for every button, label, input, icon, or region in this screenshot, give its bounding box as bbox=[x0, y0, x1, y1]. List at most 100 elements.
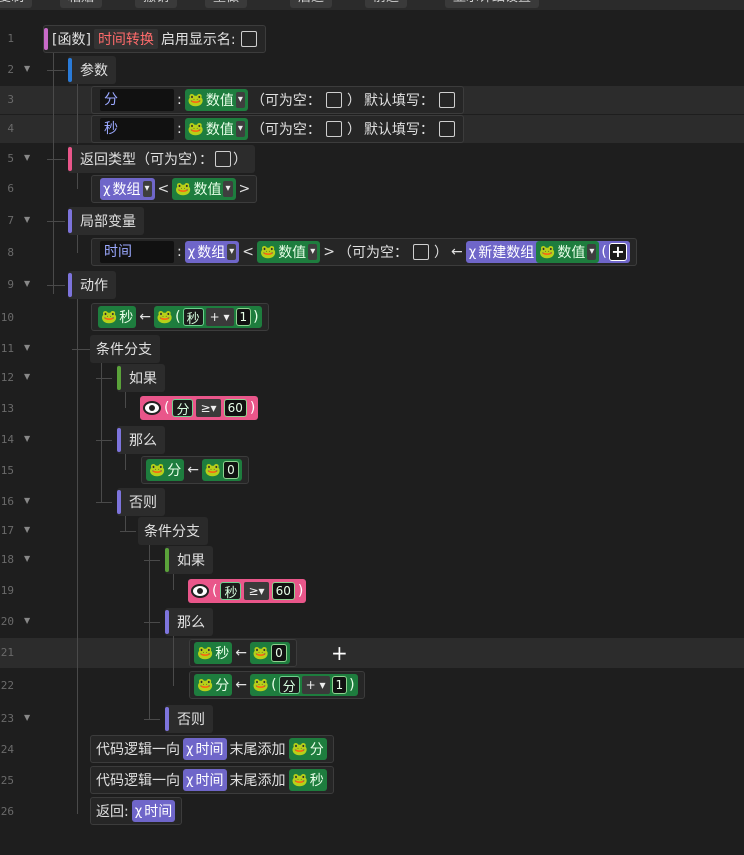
local-var-row: 时间: χ 数组 ▾ < 🐸 数值 ▾ > （可为空：） ← χ 新建数组 🐸 数值 ▾ (+ bbox=[91, 238, 637, 266]
variable-ref[interactable]: 🐸 分 bbox=[194, 674, 233, 696]
array-type[interactable]: χ 数组 ▾ bbox=[184, 241, 240, 263]
condition[interactable]: (分 ≥▾ 60) bbox=[138, 394, 264, 422]
chevron-down-icon[interactable]: ▾ bbox=[308, 244, 318, 260]
number-expr[interactable]: 🐸 0 bbox=[249, 642, 290, 664]
default-checkbox[interactable] bbox=[438, 121, 455, 137]
nullable-checkbox[interactable] bbox=[325, 92, 342, 108]
if-block[interactable]: 如果 bbox=[165, 546, 213, 574]
param-type[interactable]: 🐸 数值 ▾ bbox=[184, 89, 248, 111]
append-stmt[interactable]: 代码逻辑一向 χ 时间 末尾添加 🐸 秒 bbox=[90, 766, 334, 794]
fold-toggle-icon[interactable]: ▼ bbox=[24, 153, 30, 162]
element-type[interactable]: 🐸 数值 ▾ bbox=[257, 241, 321, 263]
if-block[interactable]: 如果 bbox=[117, 364, 165, 392]
array-ref[interactable]: χ 时间 bbox=[131, 800, 176, 822]
math-expr[interactable]: 🐸(分 + ▾ 1) bbox=[249, 674, 358, 696]
fold-toggle-icon[interactable]: ▼ bbox=[24, 496, 30, 505]
variable-ref[interactable]: 🐸 分 bbox=[146, 459, 185, 481]
back-button[interactable]: 后退 bbox=[290, 0, 333, 8]
local-name-field[interactable]: 时间 bbox=[100, 241, 174, 263]
plus-icon[interactable]: + bbox=[608, 243, 627, 261]
array-ref[interactable]: χ 时间 bbox=[183, 738, 227, 760]
fold-toggle-icon[interactable]: ▼ bbox=[24, 616, 30, 625]
operator-select[interactable]: ≥▾ bbox=[196, 399, 221, 417]
locals-section[interactable]: 局部变量 bbox=[68, 207, 144, 235]
new-array-expr[interactable]: χ 新建数组 🐸 数值 ▾ (+ bbox=[465, 241, 630, 263]
else-block[interactable]: 否则 bbox=[165, 705, 213, 733]
redo-button[interactable]: 重做 bbox=[205, 0, 248, 8]
array-type[interactable]: χ 数组 ▾ bbox=[100, 178, 155, 200]
fold-toggle-icon[interactable]: ▼ bbox=[24, 343, 30, 352]
number-literal[interactable]: 0 bbox=[271, 644, 287, 662]
copy-button[interactable]: 复制 bbox=[0, 0, 33, 8]
then-block[interactable]: 那么 bbox=[165, 608, 213, 636]
array-ref[interactable]: χ 时间 bbox=[183, 769, 227, 791]
chevron-down-icon[interactable]: ▾ bbox=[142, 181, 152, 197]
actions-section[interactable]: 动作 bbox=[68, 271, 116, 299]
condition[interactable]: (秒 ≥▾ 60) bbox=[186, 577, 312, 605]
element-type[interactable]: 🐸 数值 ▾ bbox=[172, 178, 236, 200]
fold-toggle-icon[interactable]: ▼ bbox=[24, 372, 30, 381]
default-checkbox[interactable] bbox=[438, 92, 455, 108]
param-type[interactable]: 🐸 数值 ▾ bbox=[184, 118, 248, 140]
assign-stmt[interactable]: 🐸 分 ← 🐸(分 + ▾ 1) bbox=[189, 671, 365, 699]
fold-toggle-icon[interactable]: ▼ bbox=[24, 64, 30, 73]
branch-block[interactable]: 条件分支 bbox=[90, 335, 160, 363]
param-name-field[interactable]: 分 bbox=[100, 89, 174, 111]
undo-button[interactable]: 撤销 bbox=[135, 0, 178, 8]
show-details-toggle[interactable]: 显示详细设置 bbox=[445, 0, 540, 8]
plus-icon[interactable]: + bbox=[331, 641, 348, 665]
fold-toggle-icon[interactable]: ▼ bbox=[24, 713, 30, 722]
forward-button[interactable]: 前进 bbox=[365, 0, 408, 8]
math-expr[interactable]: 🐸(秒 + ▾ 1) bbox=[153, 306, 262, 328]
nullable-checkbox[interactable] bbox=[412, 244, 429, 260]
function-name-field[interactable]: 时间转换 bbox=[93, 29, 158, 49]
number-expr[interactable]: 🐸 0 bbox=[201, 459, 242, 481]
operand[interactable]: 秒 bbox=[182, 308, 204, 327]
show-name-checkbox[interactable] bbox=[240, 31, 257, 47]
assign-stmt[interactable]: 🐸 秒 ← 🐸 0 bbox=[189, 639, 297, 667]
variable-ref[interactable]: 🐸 秒 bbox=[288, 769, 327, 791]
fold-toggle-icon[interactable]: ▼ bbox=[24, 279, 30, 288]
element-type[interactable]: 🐸 数值 ▾ bbox=[536, 241, 600, 263]
variable-ref[interactable]: 🐸 分 bbox=[288, 738, 327, 760]
compare-expr[interactable]: (秒 ≥▾ 60) bbox=[188, 579, 307, 603]
param-name-field[interactable]: 秒 bbox=[100, 118, 174, 140]
then-block[interactable]: 那么 bbox=[117, 426, 165, 454]
fold-toggle-icon[interactable]: ▼ bbox=[24, 434, 30, 443]
operand[interactable]: 分 bbox=[278, 676, 300, 695]
number-literal[interactable]: 0 bbox=[223, 461, 239, 479]
number-literal[interactable]: 60 bbox=[223, 399, 247, 417]
function-header[interactable]: [函数] 时间转换 启用显示名: bbox=[43, 25, 266, 53]
chevron-down-icon[interactable]: ▾ bbox=[235, 92, 245, 108]
return-stmt[interactable]: 返回: χ 时间 bbox=[90, 797, 183, 825]
assign-stmt[interactable]: 🐸 分 ← 🐸 0 bbox=[141, 456, 249, 484]
compare-expr[interactable]: (分 ≥▾ 60) bbox=[140, 396, 259, 420]
return-type-section[interactable]: 返回类型（可为空）：） bbox=[68, 145, 255, 173]
branch-label: 条件分支 bbox=[144, 524, 200, 540]
fold-toggle-icon[interactable]: ▼ bbox=[24, 215, 30, 224]
operator-select[interactable]: + ▾ bbox=[301, 676, 330, 694]
append-stmt[interactable]: 代码逻辑一向 χ 时间 末尾添加 🐸 分 bbox=[90, 735, 334, 763]
chevron-down-icon[interactable]: ▾ bbox=[235, 121, 245, 137]
number-literal[interactable]: 60 bbox=[271, 582, 295, 600]
variable-ref[interactable]: 🐸 秒 bbox=[98, 306, 137, 328]
fold-toggle-icon[interactable]: ▼ bbox=[24, 525, 30, 534]
chevron-down-icon[interactable]: ▾ bbox=[223, 181, 233, 197]
operator-select[interactable]: + ▾ bbox=[205, 308, 234, 326]
number-literal[interactable]: 1 bbox=[331, 676, 348, 694]
operand[interactable]: 秒 bbox=[220, 582, 242, 601]
paste-button[interactable]: 粘贴 bbox=[60, 0, 103, 8]
chevron-down-icon[interactable]: ▾ bbox=[227, 244, 237, 260]
chevron-down-icon[interactable]: ▾ bbox=[587, 244, 597, 260]
number-literal[interactable]: 1 bbox=[235, 308, 252, 326]
branch-block[interactable]: 条件分支 bbox=[138, 517, 208, 545]
else-block[interactable]: 否则 bbox=[117, 488, 165, 516]
params-section[interactable]: 参数 bbox=[68, 56, 116, 84]
assign-stmt[interactable]: 🐸 秒 ← 🐸(秒 + ▾ 1) bbox=[91, 303, 269, 331]
operand[interactable]: 分 bbox=[172, 399, 194, 418]
fold-toggle-icon[interactable]: ▼ bbox=[24, 554, 30, 563]
variable-ref[interactable]: 🐸 秒 bbox=[194, 642, 233, 664]
nullable-checkbox[interactable] bbox=[325, 121, 342, 137]
operator-select[interactable]: ≥▾ bbox=[244, 582, 269, 600]
return-nullable-checkbox[interactable] bbox=[215, 151, 231, 167]
